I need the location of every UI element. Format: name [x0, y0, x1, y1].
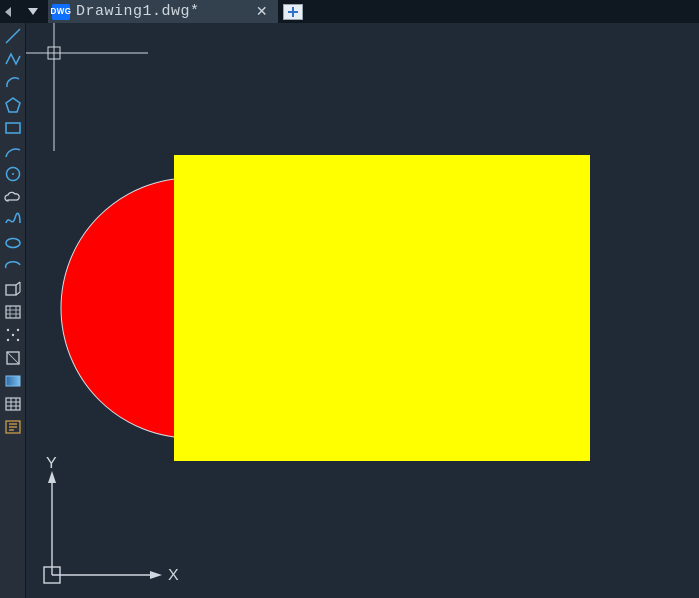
axis-y-label: Y	[46, 455, 57, 472]
tool-block-icon[interactable]	[3, 280, 23, 298]
axis-x-label: X	[168, 567, 179, 584]
tool-rectangle-icon[interactable]	[3, 119, 23, 137]
tool-hatch-icon[interactable]	[3, 303, 23, 321]
document-tab-title: Drawing1.dwg*	[76, 3, 248, 20]
drawing-canvas[interactable]: Y X	[26, 23, 699, 598]
tool-ellipse-icon[interactable]	[3, 234, 23, 252]
ucs-axis-icon	[44, 471, 162, 583]
tool-region-icon[interactable]	[3, 349, 23, 367]
document-tabstrip: DWG Drawing1.dwg* ✕	[0, 0, 699, 23]
new-tab-button[interactable]	[278, 0, 308, 23]
close-tab-icon[interactable]: ✕	[254, 3, 270, 20]
tool-cloud-icon[interactable]	[3, 188, 23, 206]
tool-polyline-icon[interactable]	[3, 50, 23, 68]
tool-arc-icon[interactable]	[3, 73, 23, 91]
tab-dropdown-icon[interactable]	[18, 0, 48, 23]
tab-scroll-left-icon[interactable]	[0, 0, 18, 23]
shape-rectangle[interactable]	[174, 155, 590, 461]
tool-circle-icon[interactable]	[3, 165, 23, 183]
tool-line-icon[interactable]	[3, 27, 23, 45]
tool-text-icon[interactable]	[3, 418, 23, 436]
draw-tool-ribbon	[0, 23, 26, 598]
tool-spline-icon[interactable]	[3, 211, 23, 229]
tool-polygon-icon[interactable]	[3, 96, 23, 114]
document-tab-active[interactable]: DWG Drawing1.dwg* ✕	[48, 0, 278, 23]
tool-point-icon[interactable]	[3, 326, 23, 344]
tool-ellipse-arc-icon[interactable]	[3, 257, 23, 275]
dwg-file-icon: DWG	[52, 4, 70, 20]
tool-table-icon[interactable]	[3, 395, 23, 413]
crosshair-cursor	[26, 23, 148, 151]
tool-arc2-icon[interactable]	[3, 142, 23, 160]
tool-gradient-icon[interactable]	[3, 372, 23, 390]
